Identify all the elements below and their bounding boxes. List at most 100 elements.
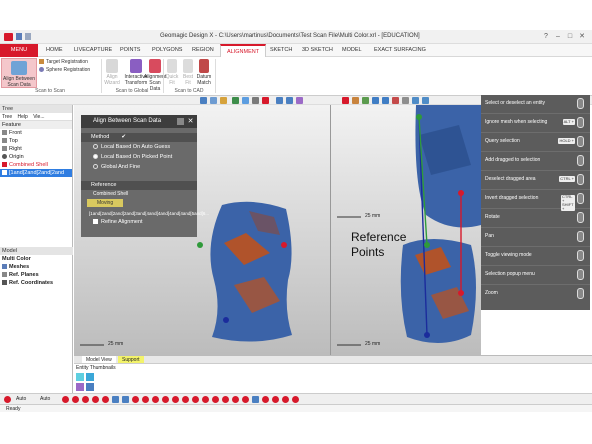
close-icon[interactable]: ✕ — [187, 118, 194, 125]
no-select-icon[interactable] — [342, 97, 349, 104]
tab-3d-sketch[interactable]: 3D SKETCH — [296, 44, 339, 57]
status-tool-icon[interactable] — [262, 396, 269, 403]
option-picked-point[interactable]: Local Based On Picked Point — [81, 152, 197, 162]
status-tool-icon[interactable] — [72, 396, 79, 403]
tab-view[interactable]: Vie... — [33, 114, 44, 120]
quick-fit-button[interactable]: Quick Fit — [165, 59, 179, 86]
close-button[interactable]: ✕ — [576, 32, 588, 42]
status-tool-icon[interactable] — [252, 396, 259, 403]
status-tool-icon[interactable] — [222, 396, 229, 403]
point-icon[interactable] — [372, 97, 379, 104]
section-icon[interactable] — [402, 97, 409, 104]
tab-menu[interactable]: MENU — [0, 44, 38, 57]
viewport-reference[interactable]: 25 mm 25 mm Reference Points — [331, 105, 481, 355]
minimize-button[interactable]: – — [552, 32, 564, 42]
status-tool-icon[interactable] — [242, 396, 249, 403]
tree-item-origin[interactable]: Origin — [0, 153, 72, 161]
model-item-meshes[interactable]: Meshes — [0, 263, 73, 271]
tab-polygons[interactable]: POLYGONS — [146, 44, 188, 57]
shading-icon[interactable] — [296, 97, 303, 104]
thumb-icon[interactable] — [86, 383, 94, 391]
stop-icon[interactable] — [4, 396, 11, 403]
status-tool-icon[interactable] — [132, 396, 139, 403]
status-tool-icon[interactable] — [62, 396, 69, 403]
tab-alignment[interactable]: ALIGNMENT — [220, 44, 267, 57]
status-tool-icon[interactable] — [82, 396, 89, 403]
tab-tree[interactable]: Tree — [2, 114, 12, 120]
option-auto-guess[interactable]: Local Based On Auto Guess — [81, 142, 197, 152]
status-tool-icon[interactable] — [282, 396, 289, 403]
status-tool-icon[interactable] — [292, 396, 299, 403]
checkbox-icon[interactable] — [93, 219, 98, 225]
measure-icon[interactable] — [352, 97, 359, 104]
best-fit-button[interactable]: Best Fit — [181, 59, 195, 86]
tab-livecapture[interactable]: LIVECAPTURE — [68, 44, 118, 57]
model-item-ref-planes[interactable]: Ref. Planes — [0, 271, 73, 279]
status-tool-icon[interactable] — [182, 396, 189, 403]
refine-alignment-option[interactable]: Refine Alignment — [81, 218, 197, 227]
tab-exact-surfacing[interactable]: EXACT SURFACING — [368, 44, 432, 57]
auto-select-1[interactable]: Auto — [16, 395, 26, 404]
status-tool-icon[interactable] — [122, 396, 129, 403]
status-tool-icon[interactable] — [142, 396, 149, 403]
thumb-icon[interactable] — [86, 373, 94, 381]
view-icon[interactable] — [276, 97, 283, 104]
max-icon[interactable] — [232, 97, 239, 104]
model-root[interactable]: Multi Color — [0, 255, 73, 263]
tree-item-right[interactable]: Right — [0, 145, 72, 153]
confirm-icon[interactable] — [177, 118, 184, 125]
plane-icon[interactable] — [362, 97, 369, 104]
grid-icon[interactable] — [252, 97, 259, 104]
light-icon[interactable] — [412, 97, 419, 104]
tree-item-front[interactable]: Front — [0, 129, 72, 137]
cube-icon[interactable] — [242, 97, 249, 104]
status-tool-icon[interactable] — [92, 396, 99, 403]
moving-label[interactable]: Moving — [87, 199, 124, 207]
axis-icon[interactable] — [382, 97, 389, 104]
model-item-ref-coordinates[interactable]: Ref. Coordinates — [0, 279, 73, 287]
checkmark-icon[interactable]: ✔ — [121, 134, 126, 140]
rectangle-select-icon[interactable] — [210, 97, 217, 104]
status-tool-icon[interactable] — [162, 396, 169, 403]
align-wizard-button[interactable]: Align Wizard — [103, 59, 121, 86]
auto-select-2[interactable]: Auto — [40, 395, 50, 404]
tree-item-top[interactable]: Top — [0, 137, 72, 145]
tree-item-moving-shell[interactable]: [1and[2and[2and[2and — [0, 169, 72, 177]
align-between-scan-data-button[interactable]: Align Between Scan Data — [1, 58, 37, 88]
status-tool-icon[interactable] — [152, 396, 159, 403]
thumb-icon[interactable] — [76, 383, 84, 391]
status-tool-icon[interactable] — [232, 396, 239, 403]
lasso-icon[interactable] — [220, 97, 227, 104]
render-icon[interactable] — [422, 97, 429, 104]
undo-icon[interactable] — [25, 33, 31, 40]
target-registration-button[interactable]: Target Registration — [39, 59, 99, 65]
reference-header[interactable]: Reference — [81, 181, 197, 190]
tab-sketch[interactable]: SKETCH — [264, 44, 298, 57]
status-tool-icon[interactable] — [102, 396, 109, 403]
filter-icon[interactable] — [262, 97, 269, 104]
status-tool-icon[interactable] — [272, 396, 279, 403]
shape-icon[interactable] — [392, 97, 399, 104]
method-header[interactable]: Method ✔ — [81, 133, 197, 142]
option-global-fine[interactable]: Global And Fine — [81, 162, 197, 172]
status-tool-icon[interactable] — [212, 396, 219, 403]
status-tool-icon[interactable] — [172, 396, 179, 403]
tab-home[interactable]: HOME — [40, 44, 69, 57]
status-tool-icon[interactable] — [112, 396, 119, 403]
thumb-icon[interactable] — [76, 373, 84, 381]
scan-data-icon — [149, 59, 161, 73]
tab-help[interactable]: Help — [18, 114, 28, 120]
status-tool-icon[interactable] — [202, 396, 209, 403]
status-tool-icon[interactable] — [192, 396, 199, 403]
tab-region[interactable]: REGION — [186, 44, 220, 57]
zoom-fit-icon[interactable] — [286, 97, 293, 104]
sphere-registration-button[interactable]: Sphere Registration — [39, 67, 99, 73]
help-icon[interactable]: ? — [540, 32, 552, 42]
tree-item-combined-shell[interactable]: Combined Shell — [0, 161, 72, 169]
save-icon[interactable] — [16, 33, 22, 40]
tab-points[interactable]: POINTS — [114, 44, 146, 57]
datum-match-button[interactable]: Datum Match — [196, 59, 212, 86]
tab-model[interactable]: MODEL — [336, 44, 368, 57]
select-icon[interactable] — [200, 97, 207, 104]
maximize-button[interactable]: □ — [564, 32, 576, 42]
